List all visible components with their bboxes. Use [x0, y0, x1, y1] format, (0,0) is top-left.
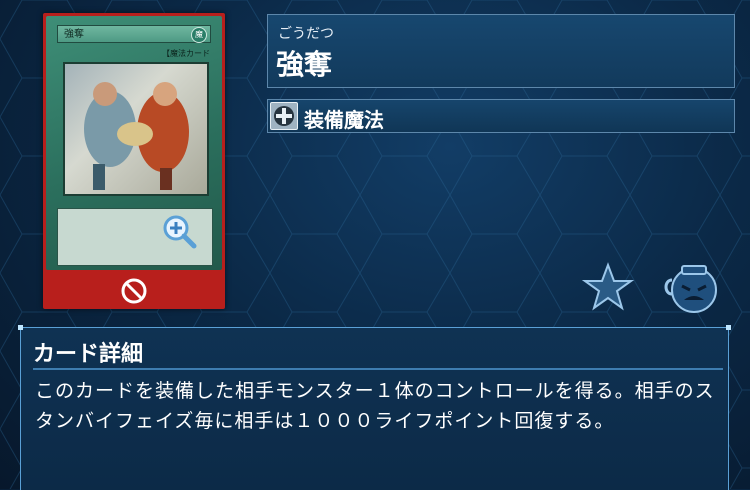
card-title: 強奪: [64, 29, 84, 40]
corner-decoration: [726, 325, 731, 330]
card-name-ruby: ごうだつ: [278, 26, 334, 42]
star-icon[interactable]: [582, 262, 634, 312]
card-frame[interactable]: 強奪 魔 【魔法カード: [43, 13, 225, 309]
details-divider: [33, 368, 723, 370]
pot-of-greed-icon[interactable]: [662, 262, 722, 314]
equip-spell-icon: [270, 102, 298, 130]
card-type-line: 【魔法カード: [162, 49, 210, 58]
corner-decoration: [18, 325, 23, 330]
card-attribute-icon: 魔: [191, 27, 207, 43]
prohibited-icon: [121, 278, 147, 304]
details-text: このカードを装備した相手モンスター１体のコントロールを得る。相手のスタンバイフェ…: [35, 380, 715, 432]
card-artwork: [63, 62, 209, 196]
card-details-panel: カード詳細 このカードを装備した相手モンスター１体のコントロールを得る。相手のス…: [18, 325, 731, 490]
magnifier-plus-icon[interactable]: [161, 213, 199, 251]
details-title: カード詳細: [33, 342, 144, 367]
card-type-label: 装備魔法: [304, 108, 384, 132]
ban-strip: [43, 273, 225, 309]
card-name: 強奪: [276, 48, 333, 81]
card-type-panel: 装備魔法: [267, 99, 735, 133]
card-title-bar: 強奪 魔: [57, 25, 211, 43]
card-name-panel: ごうだつ 強奪: [267, 14, 735, 88]
